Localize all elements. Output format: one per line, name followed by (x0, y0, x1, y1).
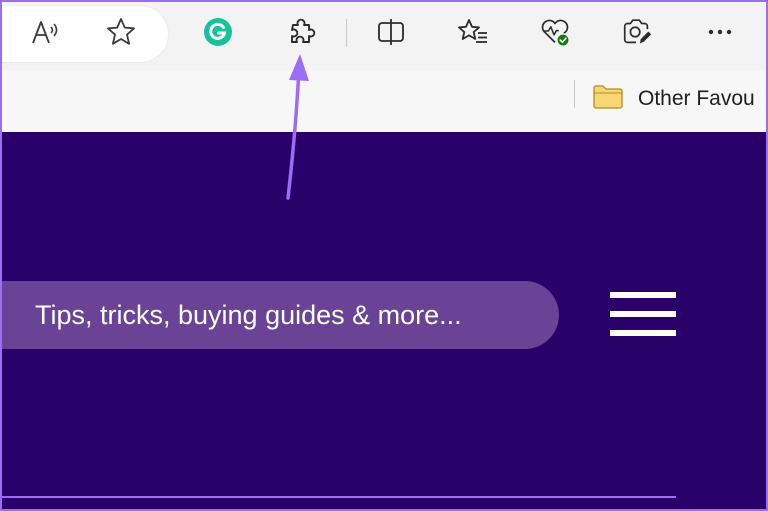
more-options-icon[interactable] (703, 15, 737, 49)
favorite-star-icon[interactable] (104, 15, 138, 49)
search-bar[interactable]: Tips, tricks, buying guides & more... (0, 281, 559, 349)
grammarly-extension-icon[interactable] (201, 15, 235, 49)
favorites-bar: Other Favou (0, 70, 768, 132)
hamburger-menu-icon[interactable] (610, 292, 676, 336)
web-capture-icon[interactable] (620, 15, 654, 49)
callout-arrow (286, 54, 309, 200)
favorites-list-icon[interactable] (456, 15, 490, 49)
other-favourites-folder[interactable]: Other Favou (638, 87, 755, 111)
web-page: Tips, tricks, buying guides & more... (0, 132, 768, 511)
address-bar-end[interactable] (0, 6, 168, 62)
browser-toolbar (0, 0, 768, 70)
extensions-puzzle-icon[interactable] (284, 15, 318, 49)
bottom-rule (0, 496, 676, 498)
toolbar-divider (346, 19, 347, 47)
favorites-bar-divider (574, 80, 575, 108)
folder-icon (593, 85, 623, 109)
browser-essentials-icon[interactable] (538, 15, 572, 49)
read-aloud-icon[interactable] (28, 15, 62, 49)
split-screen-icon[interactable] (374, 15, 408, 49)
search-placeholder: Tips, tricks, buying guides & more... (35, 299, 462, 330)
